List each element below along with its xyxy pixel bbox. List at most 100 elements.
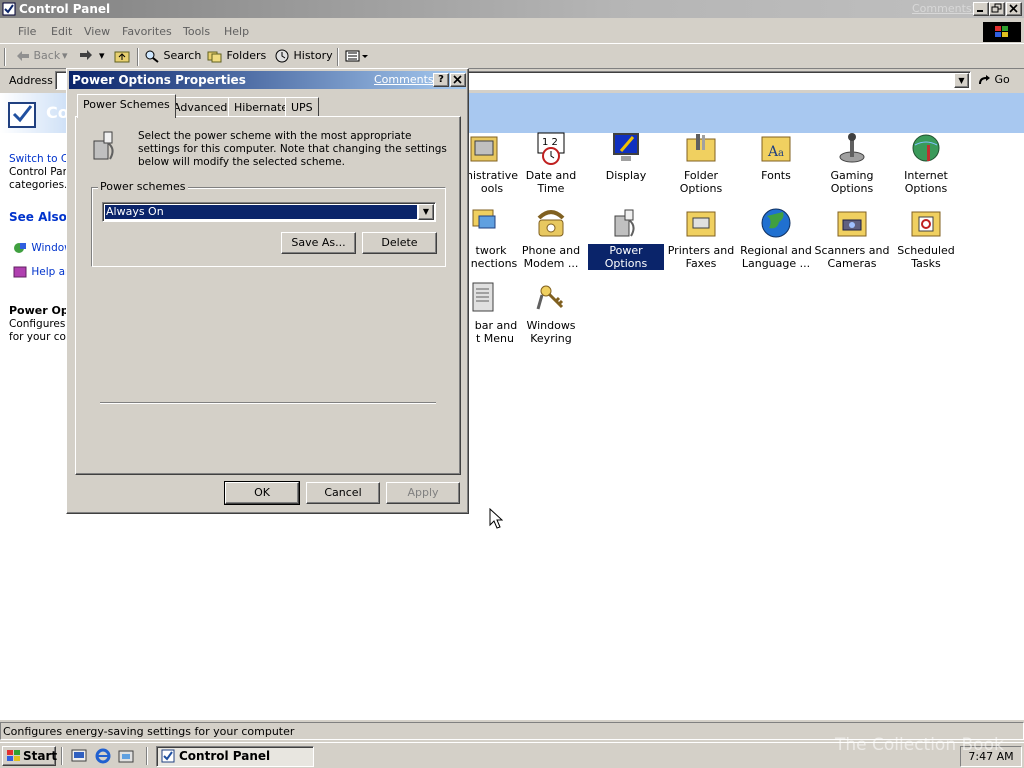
folders-icon	[207, 49, 223, 63]
help-book-icon	[12, 265, 28, 279]
phone-modem-item[interactable]: Phone and Modem ...	[513, 206, 589, 270]
windows-flag-icon	[6, 749, 22, 763]
go-arrow-icon	[977, 74, 991, 86]
apply-button[interactable]: Apply	[386, 482, 460, 504]
menu-favorites[interactable]: Favorites	[122, 25, 172, 38]
address-label: Address	[9, 74, 53, 87]
taskbar-separator	[61, 747, 63, 765]
svg-text:1 2: 1 2	[542, 137, 558, 148]
power-schemes-label: Power schemes	[98, 180, 188, 193]
scheme-dropdown-icon[interactable]: ▼	[418, 204, 434, 220]
scanner-camera-icon	[835, 206, 869, 240]
history-button[interactable]: History	[274, 49, 333, 63]
control-panel-icon	[2, 2, 16, 16]
back-dropdown-icon[interactable]: ▾	[62, 49, 68, 62]
windows-keyring-item[interactable]: Windows Keyring	[513, 281, 589, 345]
globe-tools-icon	[909, 131, 943, 165]
power-schemes-panel: Select the power scheme with the most ap…	[75, 116, 461, 475]
menu-help[interactable]: Help	[224, 25, 249, 38]
internet-options-item[interactable]: Internet Options	[888, 131, 964, 195]
switch-view-link[interactable]: Switch to C	[9, 153, 68, 165]
internet-explorer-icon[interactable]	[95, 748, 111, 764]
go-button[interactable]: Go	[977, 73, 1010, 86]
monitor-icon	[609, 131, 643, 165]
help-support-link[interactable]: Help ar	[12, 265, 69, 279]
network-icon	[467, 206, 501, 240]
save-as-button[interactable]: Save As...	[281, 232, 356, 254]
scheduled-tasks-item[interactable]: Scheduled Tasks	[888, 206, 964, 270]
control-panel-banner-icon	[7, 99, 39, 129]
menu-edit[interactable]: Edit	[51, 25, 72, 38]
up-folder-button[interactable]	[114, 49, 130, 63]
menu-view[interactable]: View	[84, 25, 110, 38]
switch-view-text: Control Pan	[9, 166, 70, 178]
scheduled-tasks-icon	[909, 206, 943, 240]
windows-logo-icon	[983, 22, 1021, 42]
display-item[interactable]: Display	[588, 131, 664, 182]
calendar-clock-icon: 1 2	[534, 131, 568, 165]
toolbar-separator	[337, 48, 339, 66]
dialog-close-button[interactable]	[450, 73, 466, 87]
explorer-icon[interactable]	[118, 748, 134, 764]
tab-advanced[interactable]: Advanced	[167, 97, 234, 117]
menu-tools[interactable]: Tools	[183, 25, 210, 38]
forward-button[interactable]	[79, 49, 93, 61]
restore-button[interactable]	[989, 2, 1005, 16]
cancel-button[interactable]: Cancel	[306, 482, 380, 504]
address-dropdown-icon[interactable]: ▼	[954, 73, 969, 88]
history-icon	[274, 49, 290, 63]
windows-update-link[interactable]: Window	[12, 241, 73, 255]
selected-item-title: Power Opt	[9, 304, 74, 317]
back-button[interactable]: Back	[16, 49, 60, 62]
watermark-text: The Collection Book	[835, 735, 1004, 755]
folder-options-item[interactable]: Folder Options	[663, 131, 739, 195]
dialog-comments-link[interactable]: Comments?	[374, 73, 439, 86]
scanners-cameras-item[interactable]: Scanners and Cameras	[814, 206, 890, 270]
tab-ups[interactable]: UPS	[285, 97, 319, 117]
date-time-item[interactable]: 1 2 Date and Time	[513, 131, 589, 195]
keyring-icon	[534, 281, 568, 315]
folders-button[interactable]: Folders	[207, 49, 266, 63]
switch-view-text-2: categories.	[9, 179, 68, 191]
start-button[interactable]: Start	[2, 746, 57, 766]
see-also-heading: See Also	[9, 210, 67, 224]
close-button[interactable]	[1006, 2, 1022, 16]
views-button[interactable]	[345, 49, 369, 63]
toolbar-grip	[4, 48, 6, 66]
menu-file[interactable]: File	[18, 25, 36, 38]
printer-folder-icon	[684, 206, 718, 240]
menu-bar: File Edit View Favorites Tools Help	[0, 20, 1024, 44]
selected-item-desc: Configures	[9, 318, 66, 330]
minimize-button[interactable]	[973, 2, 989, 16]
taskbar-control-panel-button[interactable]: Control Panel	[156, 746, 314, 767]
delete-button[interactable]: Delete	[362, 232, 437, 254]
gaming-options-item[interactable]: Gaming Options	[814, 131, 890, 195]
ok-button[interactable]: OK	[224, 481, 300, 505]
regional-language-item[interactable]: Regional and Language ...	[738, 206, 814, 270]
taskbar-icon	[467, 281, 501, 315]
toolbar: Back ▾ ▾ Search Folders History	[0, 45, 1024, 69]
power-scheme-icon	[90, 129, 124, 163]
fonts-folder-icon: Aa	[759, 131, 793, 165]
administrative-tools-icon	[467, 131, 501, 165]
printers-faxes-item[interactable]: Printers and Faxes	[663, 206, 739, 270]
power-options-item[interactable]: Power Options	[588, 206, 664, 270]
dialog-title-bar[interactable]: Power Options Properties Comments? ?	[69, 71, 466, 89]
forward-dropdown-icon[interactable]: ▾	[99, 49, 105, 62]
power-scheme-description: Select the power scheme with the most ap…	[138, 130, 447, 168]
power-scheme-select[interactable]: Always On ▼	[102, 202, 436, 222]
tab-power-schemes[interactable]: Power Schemes	[77, 94, 176, 118]
fonts-item[interactable]: Aa Fonts	[738, 131, 814, 182]
main-comments-link[interactable]: Comments?	[912, 2, 977, 15]
search-button[interactable]: Search	[144, 49, 201, 63]
toolbar-separator	[137, 48, 139, 66]
back-arrow-icon	[16, 50, 30, 62]
panel-divider	[100, 402, 436, 404]
mouse-cursor-icon	[489, 508, 503, 530]
dialog-help-button[interactable]: ?	[433, 73, 449, 87]
power-options-dialog: Power Options Properties Comments? ? Pow…	[66, 68, 469, 514]
search-icon	[144, 49, 160, 63]
main-title-bar[interactable]: Control Panel Comments?	[0, 0, 1024, 18]
show-desktop-icon[interactable]	[71, 748, 87, 764]
selected-scheme-value: Always On	[104, 204, 418, 220]
